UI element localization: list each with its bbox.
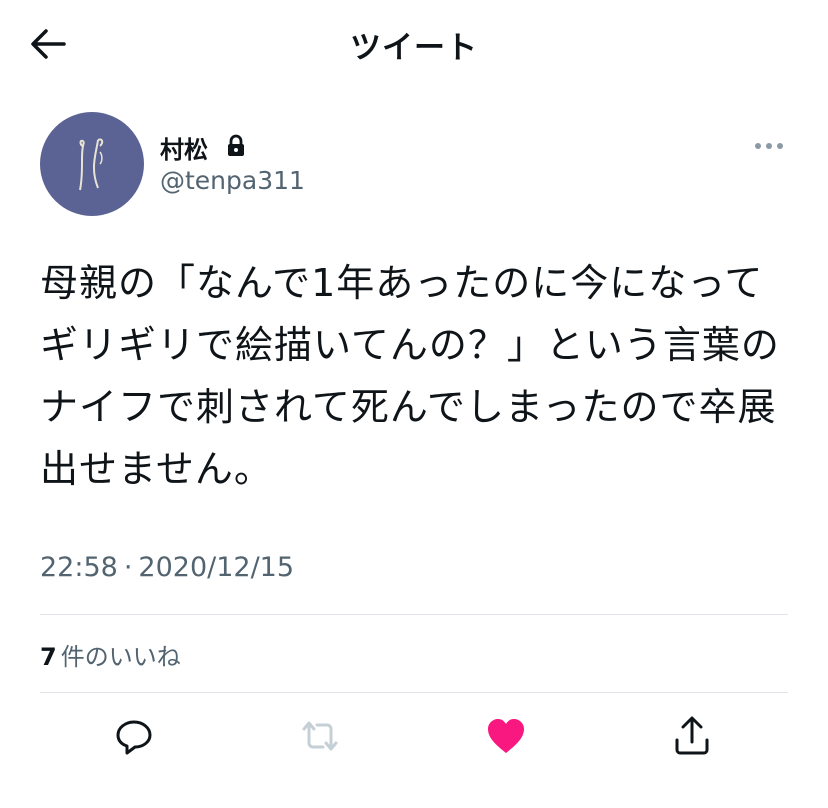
lock-icon [226, 134, 246, 158]
heart-icon [488, 719, 524, 753]
likes-label: 件のいいね [60, 643, 181, 671]
user-handle[interactable]: @tenpa311 [160, 166, 305, 195]
avatar-illustration [79, 138, 104, 191]
likes-count: 7 [40, 643, 57, 671]
page-title: ツイート [350, 30, 478, 66]
avatar[interactable] [40, 112, 144, 216]
tweet-time: 22:58 [40, 552, 118, 583]
more-icon [755, 143, 783, 149]
divider [40, 614, 788, 615]
share-icon [675, 716, 709, 755]
top-bar: ツイート [0, 0, 828, 88]
likes-link[interactable]: 7 件のいいね [40, 637, 181, 672]
tweet-timestamp[interactable]: 22:58 · 2020/12/15 [40, 552, 294, 583]
share-button[interactable] [668, 712, 716, 760]
timestamp-separator: · [123, 552, 133, 583]
divider [40, 692, 788, 693]
tweet-date: 2020/12/15 [138, 552, 295, 583]
retweet-icon [302, 721, 338, 751]
reply-button[interactable] [110, 712, 158, 760]
display-name[interactable]: 村松 [160, 130, 208, 165]
reply-icon [116, 720, 152, 755]
tweet-text: 母親の「なんで1年あったのに今になってギリギリで絵描いてんの？」という言葉のナイ… [40, 261, 780, 491]
more-options-button[interactable] [748, 132, 792, 160]
like-button[interactable] [482, 712, 530, 760]
retweet-button[interactable] [296, 712, 344, 760]
